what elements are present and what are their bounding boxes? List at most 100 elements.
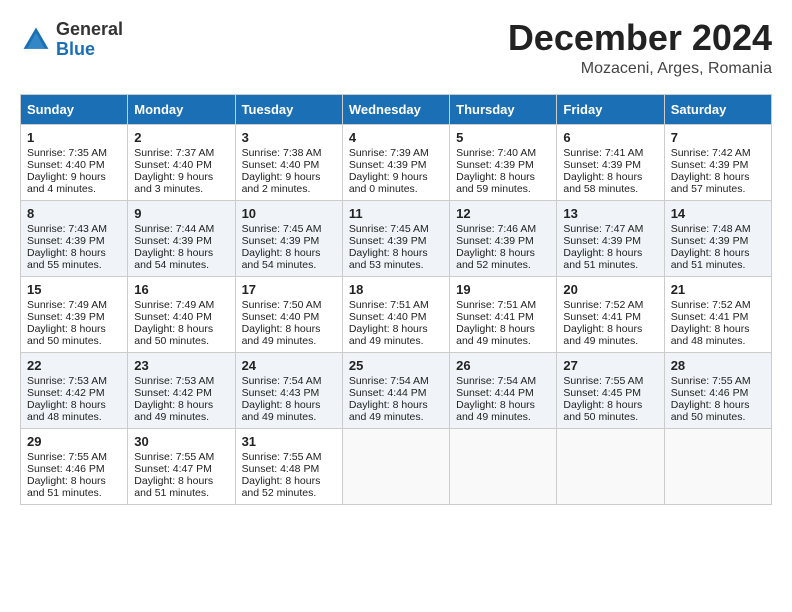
- daylight-text: Daylight: 8 hours and 49 minutes.: [242, 323, 321, 347]
- calendar-week-row: 29Sunrise: 7:55 AMSunset: 4:46 PMDayligh…: [21, 429, 772, 505]
- sunset-text: Sunset: 4:40 PM: [242, 159, 320, 171]
- daylight-text: Daylight: 8 hours and 52 minutes.: [242, 475, 321, 499]
- daylight-text: Daylight: 9 hours and 3 minutes.: [134, 171, 213, 195]
- calendar-week-row: 22Sunrise: 7:53 AMSunset: 4:42 PMDayligh…: [21, 353, 772, 429]
- sunrise-text: Sunrise: 7:55 AM: [134, 451, 214, 463]
- day-number: 7: [671, 130, 765, 145]
- header-thursday: Thursday: [450, 95, 557, 125]
- daylight-text: Daylight: 8 hours and 50 minutes.: [134, 323, 213, 347]
- daylight-text: Daylight: 8 hours and 50 minutes.: [27, 323, 106, 347]
- sunset-text: Sunset: 4:39 PM: [349, 159, 427, 171]
- daylight-text: Daylight: 8 hours and 48 minutes.: [27, 399, 106, 423]
- table-row: 17Sunrise: 7:50 AMSunset: 4:40 PMDayligh…: [235, 277, 342, 353]
- daylight-text: Daylight: 8 hours and 59 minutes.: [456, 171, 535, 195]
- sunrise-text: Sunrise: 7:45 AM: [349, 223, 429, 235]
- sunrise-text: Sunrise: 7:53 AM: [27, 375, 107, 387]
- sunset-text: Sunset: 4:41 PM: [456, 311, 534, 323]
- sunset-text: Sunset: 4:48 PM: [242, 463, 320, 475]
- table-row: 6Sunrise: 7:41 AMSunset: 4:39 PMDaylight…: [557, 125, 664, 201]
- daylight-text: Daylight: 9 hours and 0 minutes.: [349, 171, 428, 195]
- sunset-text: Sunset: 4:39 PM: [456, 235, 534, 247]
- logo-icon: [20, 24, 52, 56]
- sunset-text: Sunset: 4:39 PM: [27, 311, 105, 323]
- sunrise-text: Sunrise: 7:51 AM: [456, 299, 536, 311]
- table-row: 4 Sunrise: 7:39 AMSunset: 4:39 PMDaylight…: [342, 125, 449, 201]
- table-row: 10Sunrise: 7:45 AMSunset: 4:39 PMDayligh…: [235, 201, 342, 277]
- logo-general-text: General: [56, 20, 123, 40]
- title-block: December 2024 Mozaceni, Arges, Romania: [508, 20, 772, 78]
- calendar-table: Sunday Monday Tuesday Wednesday Thursday…: [20, 94, 772, 505]
- sunrise-text: Sunrise: 7:38 AM: [242, 147, 322, 159]
- table-row: 16Sunrise: 7:49 AMSunset: 4:40 PMDayligh…: [128, 277, 235, 353]
- table-row: 11Sunrise: 7:45 AMSunset: 4:39 PMDayligh…: [342, 201, 449, 277]
- table-row: 9Sunrise: 7:44 AMSunset: 4:39 PMDaylight…: [128, 201, 235, 277]
- daylight-text: Daylight: 8 hours and 49 minutes.: [456, 399, 535, 423]
- sunrise-text: Sunrise: 7:53 AM: [134, 375, 214, 387]
- logo: General Blue: [20, 20, 123, 60]
- daylight-text: Daylight: 8 hours and 49 minutes.: [349, 323, 428, 347]
- day-number: 16: [134, 282, 228, 297]
- sunrise-text: Sunrise: 7:55 AM: [242, 451, 322, 463]
- header-monday: Monday: [128, 95, 235, 125]
- table-row: 2Sunrise: 7:37 AMSunset: 4:40 PMDaylight…: [128, 125, 235, 201]
- daylight-text: Daylight: 8 hours and 51 minutes.: [563, 247, 642, 271]
- sunrise-text: Sunrise: 7:54 AM: [242, 375, 322, 387]
- calendar-header-row: Sunday Monday Tuesday Wednesday Thursday…: [21, 95, 772, 125]
- calendar-week-row: 8Sunrise: 7:43 AMSunset: 4:39 PMDaylight…: [21, 201, 772, 277]
- sunrise-text: Sunrise: 7:50 AM: [242, 299, 322, 311]
- sunset-text: Sunset: 4:39 PM: [27, 235, 105, 247]
- daylight-text: Daylight: 8 hours and 54 minutes.: [134, 247, 213, 271]
- day-number: 29: [27, 434, 121, 449]
- sunrise-text: Sunrise: 7:54 AM: [349, 375, 429, 387]
- day-number: 20: [563, 282, 657, 297]
- sunrise-text: Sunrise: 7:55 AM: [563, 375, 643, 387]
- sunset-text: Sunset: 4:39 PM: [349, 235, 427, 247]
- table-row: 3Sunrise: 7:38 AMSunset: 4:40 PMDaylight…: [235, 125, 342, 201]
- sunrise-text: Sunrise: 7:49 AM: [134, 299, 214, 311]
- day-number: 26: [456, 358, 550, 373]
- day-number: 11: [349, 206, 443, 221]
- sunset-text: Sunset: 4:39 PM: [671, 235, 749, 247]
- table-row: 13Sunrise: 7:47 AMSunset: 4:39 PMDayligh…: [557, 201, 664, 277]
- day-number: 8: [27, 206, 121, 221]
- daylight-text: Daylight: 8 hours and 55 minutes.: [27, 247, 106, 271]
- sunrise-text: Sunrise: 7:52 AM: [671, 299, 751, 311]
- daylight-text: Daylight: 8 hours and 52 minutes.: [456, 247, 535, 271]
- table-row: 18Sunrise: 7:51 AMSunset: 4:40 PMDayligh…: [342, 277, 449, 353]
- table-row: [342, 429, 449, 505]
- daylight-text: Daylight: 8 hours and 49 minutes.: [242, 399, 321, 423]
- day-number: 13: [563, 206, 657, 221]
- day-number: 27: [563, 358, 657, 373]
- sunrise-text: Sunrise: 7:55 AM: [671, 375, 751, 387]
- day-number: 25: [349, 358, 443, 373]
- sunrise-text: Sunrise: 7:51 AM: [349, 299, 429, 311]
- daylight-text: Daylight: 9 hours and 4 minutes.: [27, 171, 106, 195]
- sunset-text: Sunset: 4:43 PM: [242, 387, 320, 399]
- table-row: 28Sunrise: 7:55 AMSunset: 4:46 PMDayligh…: [664, 353, 771, 429]
- table-row: 27Sunrise: 7:55 AMSunset: 4:45 PMDayligh…: [557, 353, 664, 429]
- sunrise-text: Sunrise: 7:42 AM: [671, 147, 751, 159]
- sunrise-text: Sunrise: 7:55 AM: [27, 451, 107, 463]
- table-row: 23Sunrise: 7:53 AMSunset: 4:42 PMDayligh…: [128, 353, 235, 429]
- sunrise-text: Sunrise: 7:39 AM: [349, 147, 429, 159]
- day-number: 30: [134, 434, 228, 449]
- header-sunday: Sunday: [21, 95, 128, 125]
- table-row: 22Sunrise: 7:53 AMSunset: 4:42 PMDayligh…: [21, 353, 128, 429]
- daylight-text: Daylight: 8 hours and 51 minutes.: [671, 247, 750, 271]
- daylight-text: Daylight: 8 hours and 58 minutes.: [563, 171, 642, 195]
- sunset-text: Sunset: 4:46 PM: [671, 387, 749, 399]
- sunset-text: Sunset: 4:39 PM: [134, 235, 212, 247]
- sunset-text: Sunset: 4:40 PM: [134, 159, 212, 171]
- sunrise-text: Sunrise: 7:41 AM: [563, 147, 643, 159]
- sunset-text: Sunset: 4:39 PM: [563, 235, 641, 247]
- daylight-text: Daylight: 8 hours and 48 minutes.: [671, 323, 750, 347]
- sunset-text: Sunset: 4:41 PM: [563, 311, 641, 323]
- table-row: 14Sunrise: 7:48 AMSunset: 4:39 PMDayligh…: [664, 201, 771, 277]
- table-row: 30Sunrise: 7:55 AMSunset: 4:47 PMDayligh…: [128, 429, 235, 505]
- table-row: 15Sunrise: 7:49 AMSunset: 4:39 PMDayligh…: [21, 277, 128, 353]
- day-number: 4: [349, 130, 443, 145]
- table-row: 5Sunrise: 7:40 AMSunset: 4:39 PMDaylight…: [450, 125, 557, 201]
- header-saturday: Saturday: [664, 95, 771, 125]
- day-number: 18: [349, 282, 443, 297]
- table-row: 1Sunrise: 7:35 AMSunset: 4:40 PMDaylight…: [21, 125, 128, 201]
